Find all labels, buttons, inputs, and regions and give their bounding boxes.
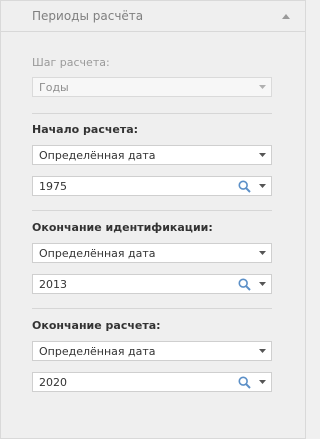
search-icon[interactable] xyxy=(235,373,253,391)
chevron-down-icon[interactable] xyxy=(253,146,271,164)
chevron-down-icon[interactable] xyxy=(253,342,271,360)
start-date-value: 1975 xyxy=(39,179,67,193)
identification-end-type-value: Определённая дата xyxy=(39,246,156,260)
identification-end-date-field[interactable]: 2013 xyxy=(32,274,272,294)
chevron-up-icon[interactable] xyxy=(279,9,293,23)
start-date-field[interactable]: 1975 xyxy=(32,176,272,196)
end-date-value: 2020 xyxy=(39,375,67,389)
chevron-down-icon[interactable] xyxy=(253,373,271,391)
step-select-value: Годы xyxy=(39,80,69,94)
identification-end-type-select[interactable]: Определённая дата xyxy=(32,243,272,263)
divider xyxy=(32,210,272,211)
chevron-down-icon[interactable] xyxy=(253,244,271,262)
chevron-down-icon xyxy=(253,78,271,96)
start-type-value: Определённая дата xyxy=(39,148,156,162)
start-label: Начало расчета: xyxy=(32,123,139,136)
divider xyxy=(32,113,272,114)
end-type-select[interactable]: Определённая дата xyxy=(32,341,272,361)
end-label: Окончание расчета: xyxy=(32,319,161,332)
end-date-field[interactable]: 2020 xyxy=(32,372,272,392)
search-icon[interactable] xyxy=(235,177,253,195)
identification-end-label: Окончание идентификации: xyxy=(32,221,213,234)
step-select: Годы xyxy=(32,77,272,97)
search-icon[interactable] xyxy=(235,275,253,293)
end-type-value: Определённая дата xyxy=(39,344,156,358)
calculation-periods-panel: Периоды расчёта Шаг расчета: Годы Начало… xyxy=(0,0,306,439)
divider xyxy=(32,308,272,309)
chevron-down-icon[interactable] xyxy=(253,177,271,195)
step-label: Шаг расчета: xyxy=(32,56,110,69)
panel-title: Периоды расчёта xyxy=(32,9,144,23)
panel-header[interactable]: Периоды расчёта xyxy=(1,1,305,32)
identification-end-date-value: 2013 xyxy=(39,277,67,291)
chevron-down-icon[interactable] xyxy=(253,275,271,293)
start-type-select[interactable]: Определённая дата xyxy=(32,145,272,165)
